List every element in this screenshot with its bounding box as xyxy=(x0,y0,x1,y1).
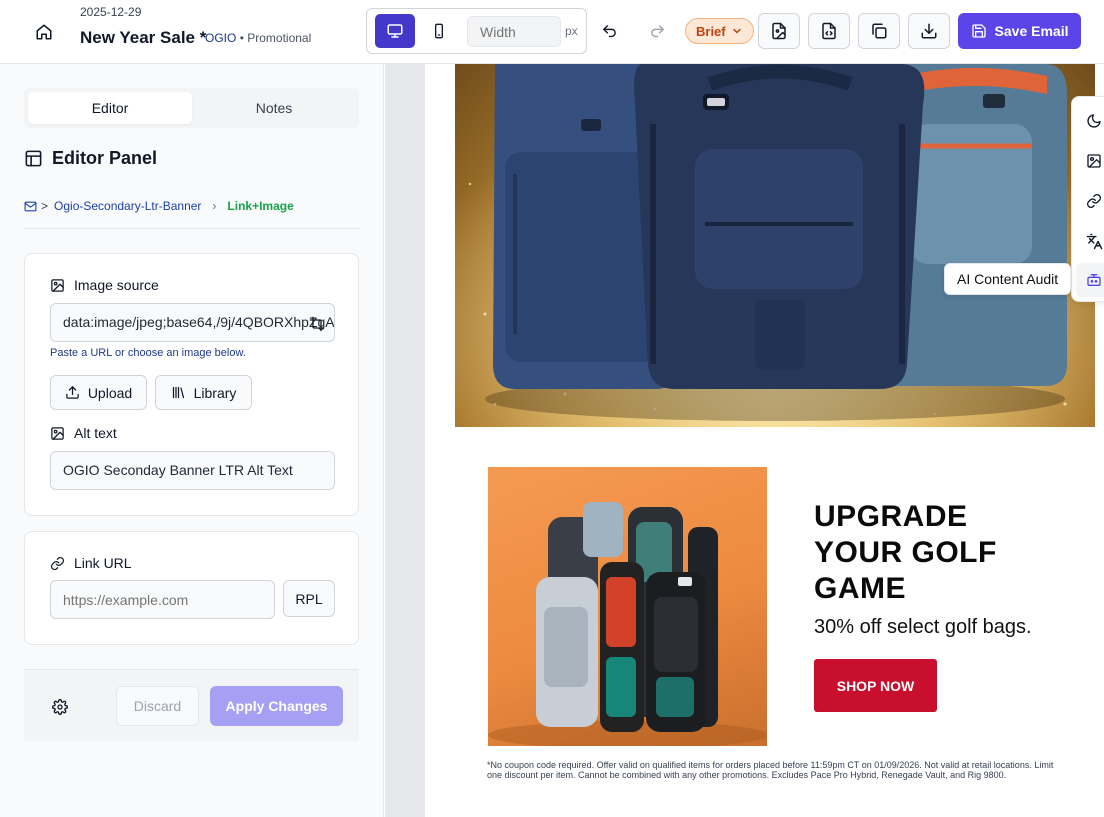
translate-icon xyxy=(1086,233,1102,249)
undo-icon xyxy=(602,24,616,37)
brand-name: OGIO xyxy=(205,31,237,45)
home-icon xyxy=(36,24,52,40)
breadcrumb-separator: > xyxy=(41,199,49,213)
backpacks-illustration xyxy=(455,64,1095,427)
save-email-button[interactable]: Save Email xyxy=(958,13,1081,49)
home-button[interactable] xyxy=(30,18,58,46)
image-icon xyxy=(1087,154,1101,168)
breadcrumb: > Ogio-Secondary-Ltr-Banner › Link+Image xyxy=(24,199,294,213)
width-unit: px xyxy=(565,24,578,38)
library-icon xyxy=(172,386,184,399)
image-source-label-text: Image source xyxy=(74,277,159,293)
monitor-icon xyxy=(387,24,403,38)
upload-label: Upload xyxy=(87,384,133,401)
chevron-down-icon xyxy=(732,28,741,34)
image-source-label: Image source xyxy=(50,277,159,293)
link-url-input[interactable] xyxy=(50,580,275,619)
settings-button[interactable] xyxy=(50,697,70,717)
crop-button[interactable] xyxy=(306,313,328,335)
moon-icon xyxy=(1087,114,1101,128)
file-image-icon xyxy=(772,22,786,40)
rpl-button[interactable]: RPL xyxy=(283,580,335,617)
alt-text-label: Alt text xyxy=(50,425,117,441)
tab-notes[interactable]: Notes xyxy=(194,92,354,124)
discard-button[interactable]: Discard xyxy=(116,686,199,726)
breadcrumb-section[interactable]: Ogio-Secondary-Ltr-Banner xyxy=(54,199,201,213)
panel-title: Editor Panel xyxy=(24,148,157,169)
layout-icon xyxy=(25,150,42,167)
floating-toolbar xyxy=(1071,96,1104,302)
save-email-label: Save Email xyxy=(994,23,1069,39)
breadcrumb-current: Link+Image xyxy=(227,199,294,213)
shop-now-button[interactable]: SHOP NOW xyxy=(814,659,937,712)
email-preview: UPGRADE YOUR GOLF GAME 30% off select go… xyxy=(425,64,1104,817)
translate-button[interactable] xyxy=(1082,229,1104,253)
top-bar: 2025-12-29 New Year Sale * OGIO • Promot… xyxy=(0,0,1104,64)
file-code-icon xyxy=(822,22,836,40)
link-icon xyxy=(1087,194,1101,208)
upload-icon xyxy=(66,386,79,399)
link-url-label: Link URL xyxy=(50,555,132,571)
alt-text-label-text: Alt text xyxy=(74,425,117,441)
ai-content-audit-tooltip: AI Content Audit xyxy=(944,263,1072,295)
export-html-button[interactable] xyxy=(808,13,850,49)
panel-title-text: Editor Panel xyxy=(52,148,158,168)
copy-icon xyxy=(872,23,887,39)
redo-icon xyxy=(650,24,664,37)
crop-icon xyxy=(309,316,325,332)
promo-headline: UPGRADE YOUR GOLF GAME xyxy=(814,500,997,605)
brief-dropdown[interactable]: Brief xyxy=(685,18,754,44)
meta-separator: • xyxy=(239,31,244,45)
golf-bags-illustration xyxy=(488,502,767,746)
email-canvas: UPGRADE YOUR GOLF GAME 30% off select go… xyxy=(385,64,1104,817)
breadcrumb-chevron: › xyxy=(212,199,217,213)
alt-text-input[interactable]: OGIO Seconday Banner LTR Alt Text xyxy=(50,451,335,490)
image-source-hint: Paste a URL or choose an image below. xyxy=(50,347,246,359)
link-icon xyxy=(50,556,65,570)
apply-changes-button[interactable]: Apply Changes xyxy=(210,686,343,726)
divider xyxy=(24,228,359,229)
golf-bags-image[interactable] xyxy=(488,467,767,746)
upload-button[interactable]: Upload xyxy=(50,375,147,410)
download-icon xyxy=(921,23,937,39)
ai-content-audit-button[interactable] xyxy=(1076,263,1104,297)
link-url-label-text: Link URL xyxy=(74,555,132,571)
gear-icon xyxy=(52,699,68,715)
email-meta: OGIO • Promotional xyxy=(205,31,311,45)
email-date: 2025-12-29 xyxy=(80,5,142,19)
save-icon xyxy=(971,24,986,38)
editor-sidebar: Editor Notes Editor Panel > Ogio-Seconda… xyxy=(0,64,384,817)
width-input[interactable] xyxy=(467,16,561,47)
duplicate-button[interactable] xyxy=(858,13,900,49)
editor-footer: Discard Apply Changes xyxy=(24,669,359,741)
export-image-button[interactable] xyxy=(758,13,800,49)
mobile-view-button[interactable] xyxy=(419,14,459,48)
image-icon xyxy=(51,278,64,292)
desktop-view-button[interactable] xyxy=(375,14,415,48)
link-tool-button[interactable] xyxy=(1082,189,1104,213)
library-button[interactable]: Library xyxy=(155,375,252,410)
link-settings-card: Link URL RPL xyxy=(24,531,359,645)
hero-backpack-image[interactable] xyxy=(455,64,1095,427)
smartphone-icon xyxy=(435,23,443,39)
promo-subhead: 30% off select golf bags. xyxy=(814,616,1032,638)
fine-print: *No coupon code required. Offer valid on… xyxy=(487,760,1054,780)
library-label: Library xyxy=(193,384,237,401)
brief-label: Brief xyxy=(696,23,726,39)
image-settings-card: Image source data:image/jpeg;base64,/9j/… xyxy=(24,253,359,516)
email-title: New Year Sale * xyxy=(80,28,207,47)
sidebar-tabs: Editor Notes xyxy=(24,88,359,128)
image-source-input[interactable]: data:image/jpeg;base64,/9j/4QBORXhpZgAAT… xyxy=(50,303,335,342)
tab-editor[interactable]: Editor xyxy=(28,92,192,124)
redo-button[interactable] xyxy=(643,16,671,46)
dark-mode-button[interactable] xyxy=(1082,109,1104,133)
undo-button[interactable] xyxy=(595,16,623,46)
image-tool-button[interactable] xyxy=(1082,149,1104,173)
download-button[interactable] xyxy=(908,13,950,49)
mail-icon[interactable] xyxy=(24,200,37,213)
device-toggle-group: px xyxy=(366,8,587,54)
email-category: Promotional xyxy=(247,31,312,45)
image-icon xyxy=(51,426,64,440)
bot-icon xyxy=(1087,274,1101,286)
